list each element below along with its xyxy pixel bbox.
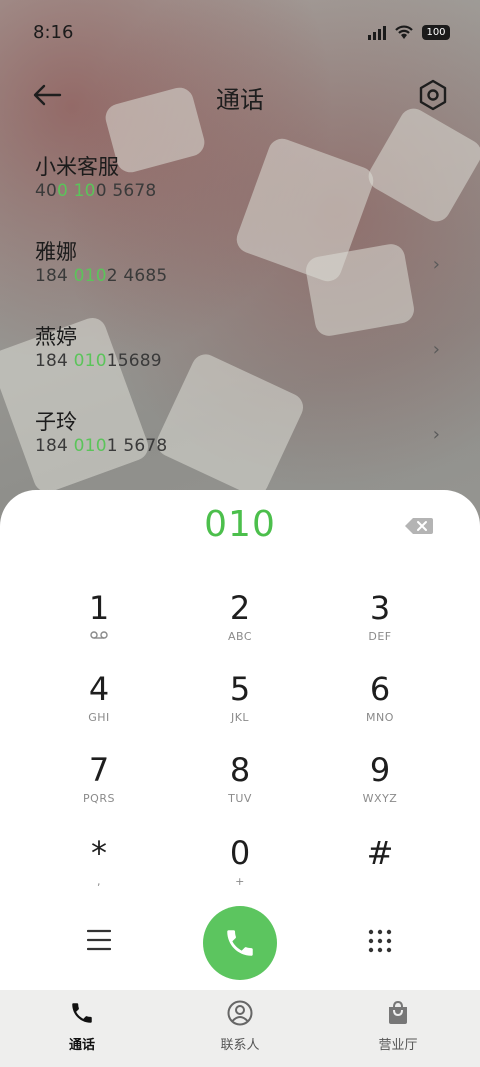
- list-item[interactable]: 小米客服 400 100 5678: [0, 145, 480, 230]
- page-title: 通话: [216, 86, 264, 114]
- suggestion-list: 小米客服 400 100 5678 雅娜 184 0102 4685 › 燕婷 …: [0, 145, 480, 485]
- contact-name: 雅娜: [35, 240, 77, 264]
- contact-number: 184 0102 4685: [35, 266, 168, 286]
- hex-gear-icon[interactable]: [416, 78, 450, 112]
- menu-icon[interactable]: [87, 929, 111, 951]
- header: 通话: [0, 70, 480, 120]
- status-icons: 100: [368, 24, 450, 40]
- key-6[interactable]: 6 MNO: [310, 671, 450, 741]
- keypad-icon[interactable]: [368, 929, 392, 953]
- contact-name: 燕婷: [35, 325, 77, 349]
- status-time: 8:16: [33, 22, 74, 43]
- key-2[interactable]: 2 ABC: [170, 590, 310, 660]
- tab-calls[interactable]: 通话: [22, 1000, 142, 1053]
- wifi-icon: [395, 25, 413, 39]
- voicemail-icon: [90, 631, 108, 639]
- dialpad-sheet: 010 1 2 ABC 3 DEF 4 GHI 5 JKL 6 MNO 7 PQ…: [0, 490, 480, 990]
- chevron-right-icon[interactable]: ›: [433, 254, 440, 275]
- contact-number: 400 100 5678: [35, 181, 157, 201]
- contact-avatar-icon: [227, 1000, 253, 1026]
- key-1[interactable]: 1: [29, 590, 169, 660]
- key-4[interactable]: 4 GHI: [29, 671, 169, 741]
- call-button[interactable]: [203, 906, 277, 980]
- battery-icon: 100: [422, 24, 450, 40]
- dialpad-actions: [0, 895, 480, 985]
- key-8[interactable]: 8 TUV: [170, 752, 310, 822]
- chevron-right-icon[interactable]: ›: [433, 424, 440, 445]
- contact-number: 184 0101 5678: [35, 436, 168, 456]
- tab-label: 联系人: [220, 1038, 260, 1053]
- tab-contacts[interactable]: 联系人: [180, 1000, 300, 1053]
- tab-service-hall[interactable]: 营业厅: [338, 1000, 458, 1053]
- key-5[interactable]: 5 JKL: [170, 671, 310, 741]
- chevron-right-icon[interactable]: ›: [433, 339, 440, 360]
- phone-icon: [72, 1003, 92, 1023]
- list-item[interactable]: 燕婷 184 01015689 ›: [0, 315, 480, 400]
- status-bar: 8:16 100: [0, 0, 480, 60]
- signal-icon: [368, 24, 386, 40]
- key-7[interactable]: 7 PQRS: [29, 752, 169, 822]
- key-9[interactable]: 9 WXYZ: [310, 752, 450, 822]
- contact-name: 子玲: [35, 410, 77, 434]
- shopping-bag-icon: [389, 1000, 407, 1024]
- tab-label: 营业厅: [378, 1038, 418, 1053]
- contact-number: 184 01015689: [35, 351, 162, 371]
- list-item[interactable]: 子玲 184 0101 5678 ›: [0, 400, 480, 485]
- backspace-icon[interactable]: [404, 516, 434, 536]
- contact-name: 小米客服: [35, 155, 119, 179]
- phone-icon: [227, 930, 253, 956]
- bottom-tab-bar: 通话 联系人 营业厅: [0, 990, 480, 1067]
- tab-label: 通话: [68, 1038, 95, 1053]
- list-item[interactable]: 雅娜 184 0102 4685 ›: [0, 230, 480, 315]
- key-3[interactable]: 3 DEF: [310, 590, 450, 660]
